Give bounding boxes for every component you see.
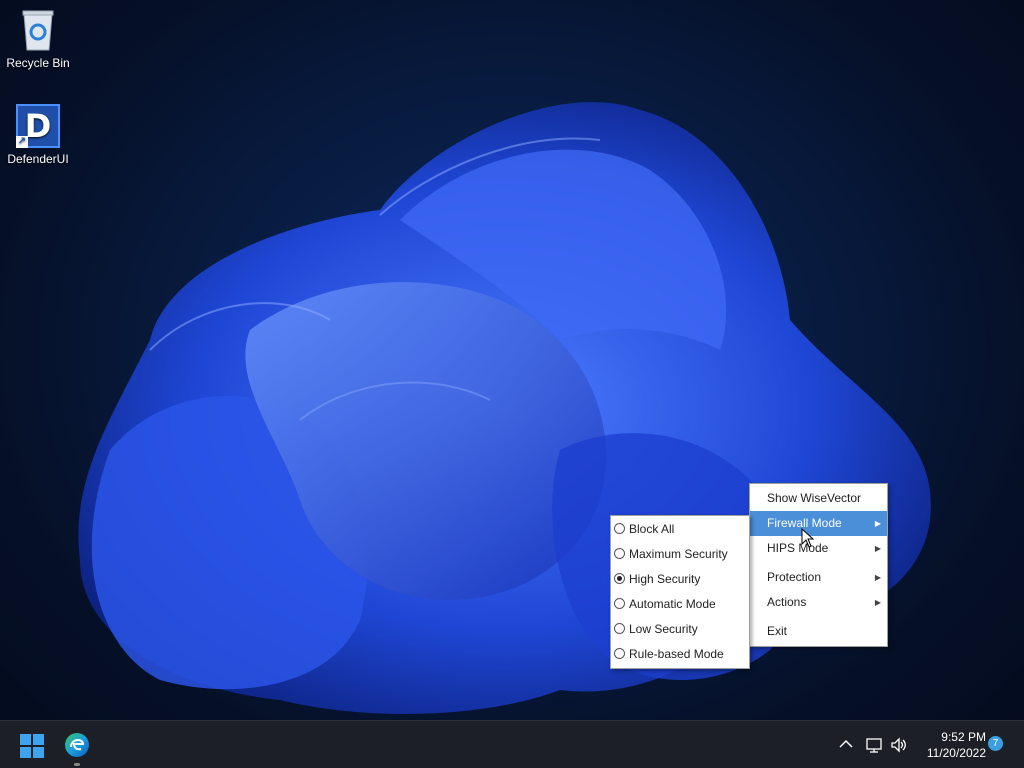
- menu-item-firewall-mode[interactable]: Firewall Mode ▶: [750, 511, 887, 536]
- radio-button-icon: [614, 523, 625, 534]
- submenu-arrow-icon: ▶: [874, 573, 881, 582]
- chevron-up-icon[interactable]: [838, 737, 854, 751]
- submenu-arrow-icon: ▶: [874, 544, 881, 553]
- clock-date: 11/20/2022: [926, 746, 986, 760]
- radio-item-maximum-security[interactable]: Maximum Security: [611, 542, 749, 567]
- running-indicator: [74, 763, 80, 766]
- edge-icon[interactable]: [64, 732, 90, 758]
- radio-button-icon: [614, 548, 625, 559]
- taskbar: 9:52 PM 11/20/2022: [0, 720, 1024, 768]
- radio-button-icon: [614, 648, 625, 659]
- windows-start-icon[interactable]: [20, 734, 44, 758]
- radio-button-checked-icon: [614, 573, 625, 584]
- submenu-arrow-icon: ▶: [874, 598, 881, 607]
- radio-item-automatic-mode[interactable]: Automatic Mode: [611, 592, 749, 617]
- taskbar-clock[interactable]: 9:52 PM 11/20/2022: [914, 729, 986, 761]
- network-icon[interactable]: [865, 736, 883, 754]
- recycle-bin-icon: [22, 10, 54, 51]
- volume-icon[interactable]: [890, 736, 908, 754]
- notification-badge[interactable]: 7: [988, 736, 1003, 751]
- desktop-icon-label: DefenderUI: [7, 152, 69, 166]
- menu-item-protection[interactable]: Protection ▶: [750, 565, 887, 590]
- mouse-cursor-icon: [801, 528, 815, 548]
- clock-time: 9:52 PM: [941, 730, 986, 744]
- firewall-mode-submenu: Block All Maximum Security High Security…: [610, 515, 750, 669]
- radio-item-low-security[interactable]: Low Security: [611, 617, 749, 642]
- menu-item-hips-mode[interactable]: HIPS Mode ▶: [750, 536, 887, 561]
- shortcut-arrow-icon: ↗: [16, 136, 28, 148]
- tray-context-menu: Show WiseVector Firewall Mode ▶ HIPS Mod…: [749, 483, 888, 647]
- radio-button-icon: [614, 598, 625, 609]
- desktop-icon-recycle-bin[interactable]: Recycle Bin: [0, 8, 76, 70]
- desktop-icon-defenderui[interactable]: D ↗ DefenderUI: [0, 104, 76, 166]
- radio-button-icon: [614, 623, 625, 634]
- radio-item-rule-based-mode[interactable]: Rule-based Mode: [611, 642, 749, 667]
- menu-item-exit[interactable]: Exit: [750, 619, 887, 644]
- menu-item-show-wisevector[interactable]: Show WiseVector: [750, 486, 887, 511]
- menu-item-actions[interactable]: Actions ▶: [750, 590, 887, 615]
- defenderui-icon: D ↗: [16, 104, 60, 148]
- desktop-icon-label: Recycle Bin: [6, 56, 70, 70]
- submenu-arrow-icon: ▶: [874, 519, 881, 528]
- radio-item-block-all[interactable]: Block All: [611, 517, 749, 542]
- radio-item-high-security[interactable]: High Security: [611, 567, 749, 592]
